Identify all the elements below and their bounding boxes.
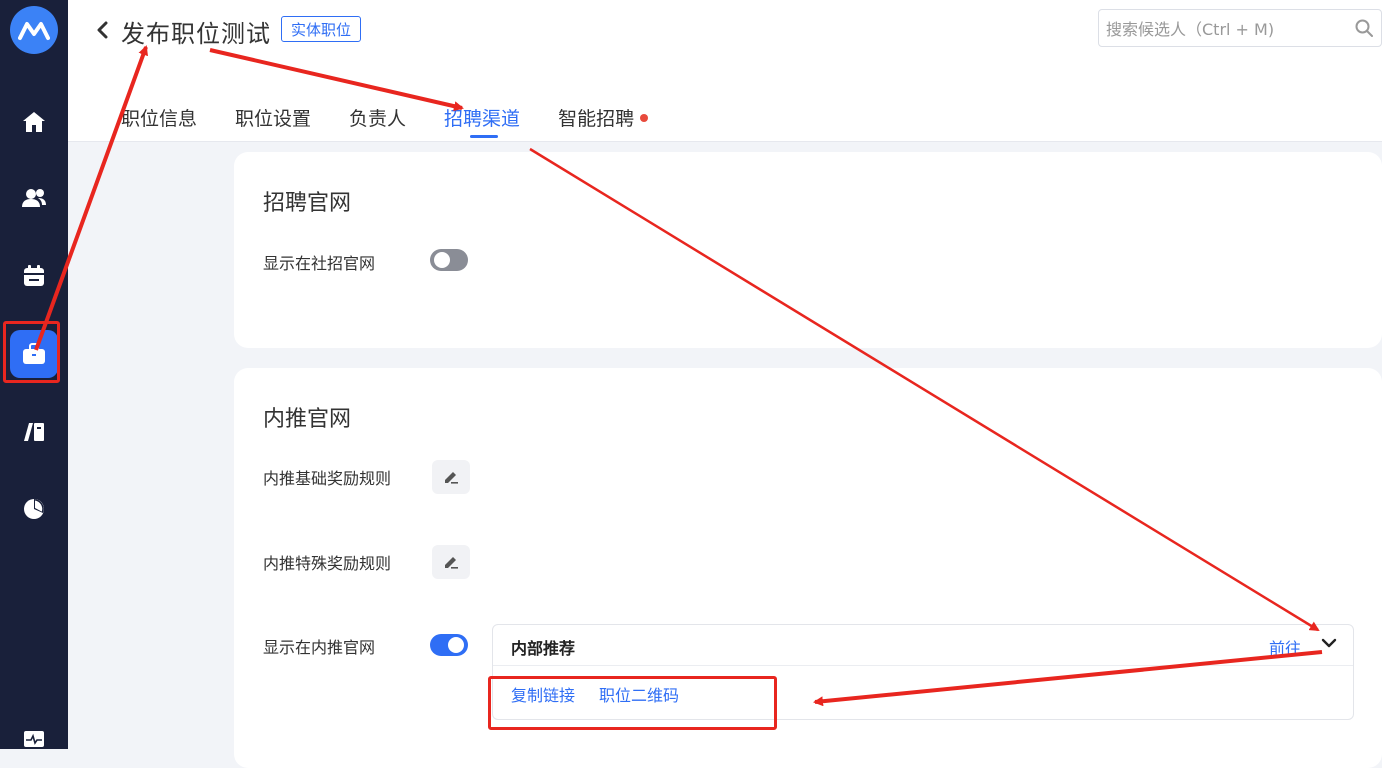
- sidebar-item-monitor[interactable]: [10, 715, 58, 763]
- card-title: 招聘官网: [263, 191, 352, 216]
- page-header: 发布职位测试 实体职位 职位信息 职位设置 负责人 招聘渠道 智能招聘: [68, 0, 1382, 142]
- book-icon: [24, 423, 44, 441]
- tab-label: 智能招聘: [558, 108, 635, 130]
- referral-panel-title: 内部推荐: [511, 639, 576, 658]
- notification-dot: [640, 113, 649, 122]
- edit-icon: [445, 557, 458, 569]
- referral-panel-header[interactable]: 内部推荐 前往: [493, 625, 1353, 666]
- basic-reward-label: 内推基础奖励规则: [263, 469, 392, 488]
- referral-site-card: 内推官网 内推基础奖励规则 内推特殊奖励规则 显示在内推官网 内部推荐 前往 复…: [234, 368, 1382, 768]
- toggle-knob: [448, 637, 464, 653]
- users-icon: [22, 189, 46, 207]
- tab-job-settings[interactable]: 职位设置: [235, 104, 311, 131]
- chevron-left-icon: [97, 21, 108, 39]
- page-title: 发布职位测试: [121, 20, 271, 48]
- show-on-social-site-label: 显示在社招官网: [263, 254, 376, 273]
- chevron-down-icon[interactable]: [1321, 637, 1337, 649]
- app-logo[interactable]: [10, 6, 58, 54]
- search-icon[interactable]: [1355, 19, 1373, 37]
- logo-icon: [18, 22, 50, 40]
- show-on-referral-site-toggle[interactable]: [430, 634, 468, 656]
- tab-job-info[interactable]: 职位信息: [121, 104, 197, 131]
- tab-smart-recruiting[interactable]: 智能招聘: [558, 104, 649, 131]
- search-input[interactable]: [1104, 10, 1348, 48]
- goto-link[interactable]: 前往: [1269, 635, 1301, 659]
- sidebar-item-home[interactable]: [10, 98, 58, 146]
- calendar-icon: [24, 265, 44, 286]
- show-on-referral-site-label: 显示在内推官网: [263, 638, 376, 657]
- back-button[interactable]: [90, 18, 114, 42]
- job-tabs: 职位信息 职位设置 负责人 招聘渠道 智能招聘: [121, 104, 686, 138]
- annotation-highlight-links: [488, 676, 777, 730]
- edit-special-reward-button[interactable]: [432, 545, 470, 579]
- tab-owner[interactable]: 负责人: [349, 104, 406, 131]
- edit-icon: [445, 472, 458, 484]
- special-reward-label: 内推特殊奖励规则: [263, 554, 392, 573]
- sidebar-item-calendar[interactable]: [10, 252, 58, 300]
- home-icon: [23, 112, 45, 132]
- show-on-social-site-toggle[interactable]: [430, 249, 468, 271]
- card-title: 内推官网: [263, 407, 352, 432]
- sidebar-item-candidates[interactable]: [10, 174, 58, 222]
- sidebar-item-library[interactable]: [10, 408, 58, 456]
- annotation-highlight-jobs: [3, 321, 60, 383]
- toggle-knob: [434, 252, 450, 268]
- sidebar-item-reports[interactable]: [10, 485, 58, 533]
- pie-chart-icon: [24, 499, 44, 519]
- official-site-card: 招聘官网 显示在社招官网: [234, 152, 1382, 348]
- job-type-tag: 实体职位: [281, 16, 362, 42]
- activity-icon: [24, 731, 44, 747]
- edit-basic-reward-button[interactable]: [432, 460, 470, 494]
- candidate-search[interactable]: [1098, 9, 1382, 48]
- tab-recruiting-channels[interactable]: 招聘渠道: [444, 104, 520, 138]
